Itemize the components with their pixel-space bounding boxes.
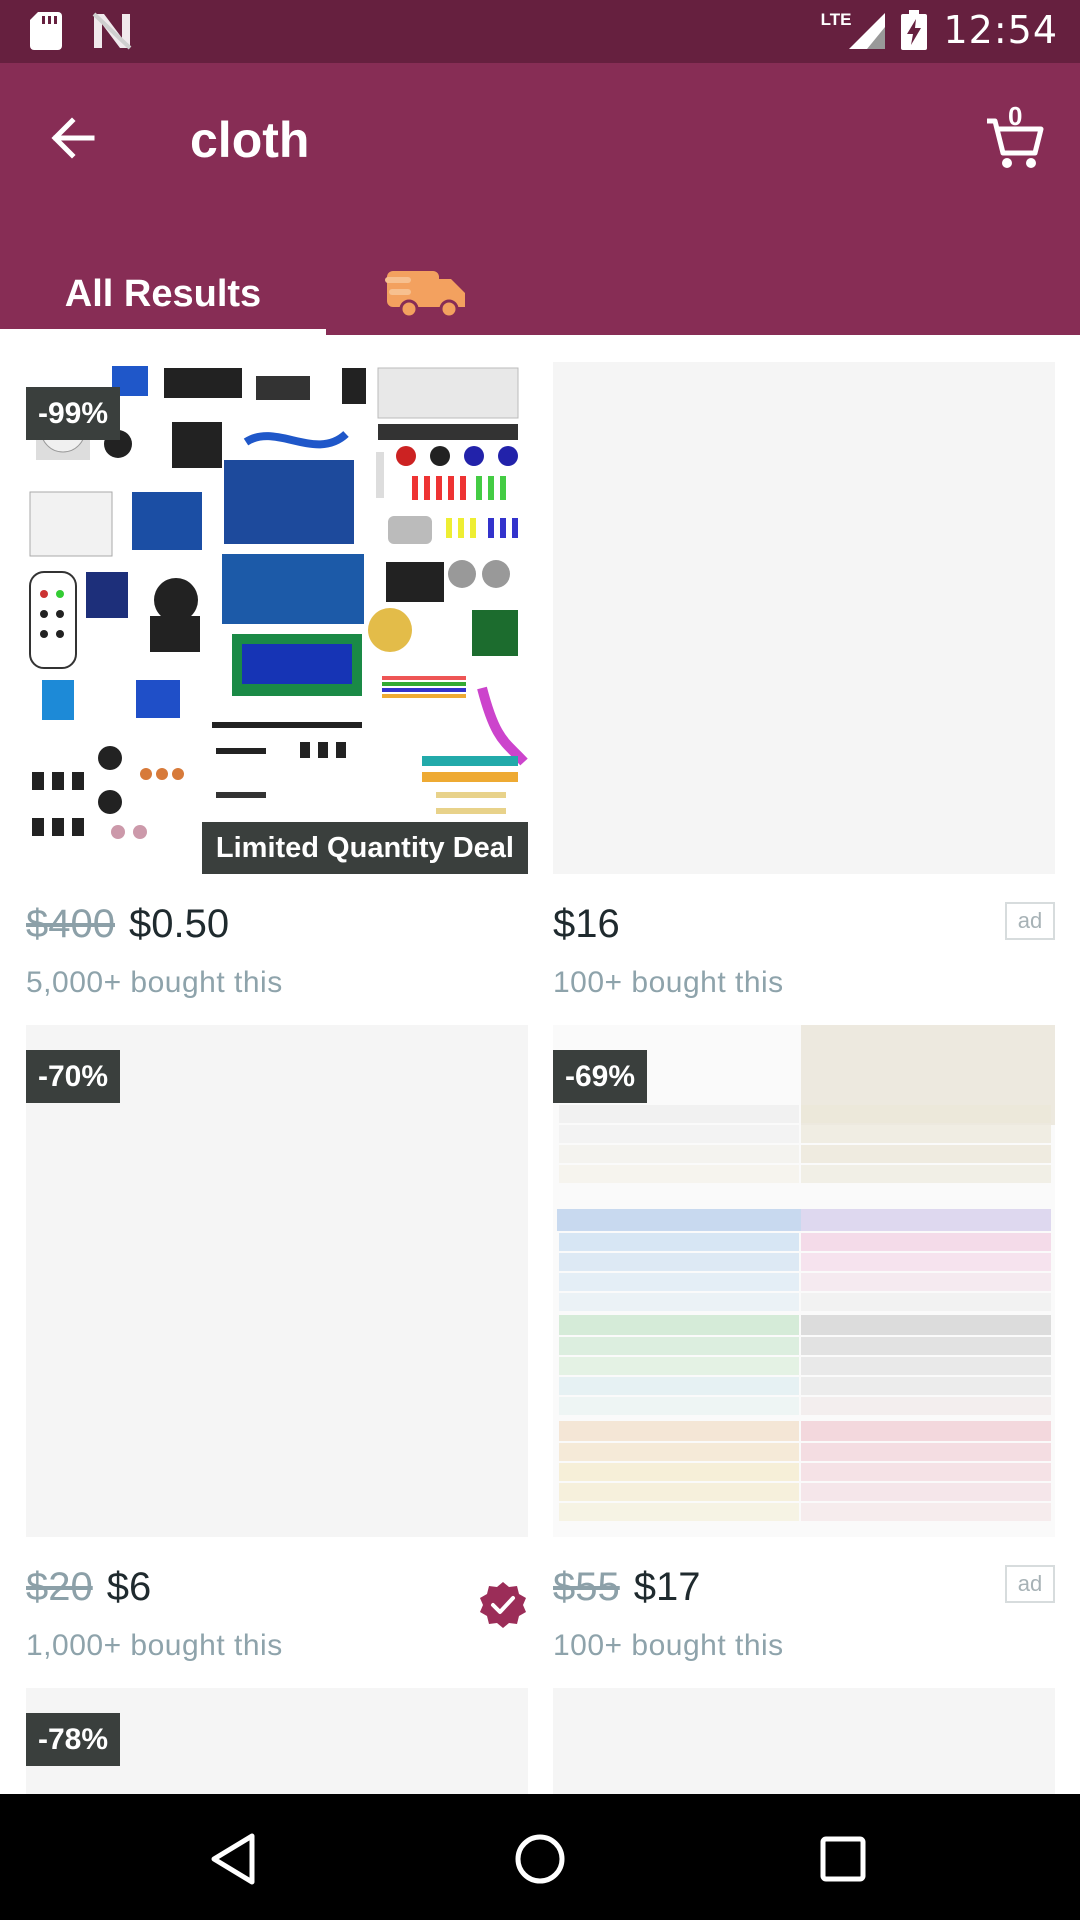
product-image[interactable] bbox=[553, 1688, 1055, 1794]
recents-square-icon bbox=[820, 1836, 866, 1882]
product-image[interactable]: -99% Limited Quantity Deal bbox=[26, 362, 528, 874]
tab-fast-shipping[interactable] bbox=[385, 257, 475, 321]
ad-label: ad bbox=[1005, 1565, 1055, 1603]
price-row: $400 $0.50 bbox=[26, 902, 229, 952]
product-image[interactable]: -69% bbox=[553, 1025, 1055, 1537]
tab-all-results[interactable]: All Results bbox=[0, 263, 326, 335]
sale-price: $17 bbox=[633, 1565, 701, 1609]
nav-recents-button[interactable] bbox=[808, 1824, 878, 1894]
back-arrow-icon bbox=[51, 117, 95, 159]
bought-count: 100+ bought this bbox=[553, 1629, 784, 1662]
original-price: $55 bbox=[553, 1565, 620, 1609]
clock: 12:54 bbox=[943, 8, 1058, 52]
product-card[interactable]: -70% $20 $6 1,000+ bought this bbox=[26, 1025, 528, 1665]
n-logo-icon bbox=[92, 12, 132, 50]
product-card[interactable]: -69% $55 $17 ad 100+ bought this bbox=[553, 1025, 1055, 1665]
bought-count: 100+ bought this bbox=[553, 966, 784, 999]
limited-deal-banner: Limited Quantity Deal bbox=[201, 822, 528, 874]
original-price: $20 bbox=[26, 1565, 93, 1609]
signal-icon bbox=[849, 13, 886, 49]
product-card[interactable]: -99% Limited Quantity Deal $400 $0.50 5,… bbox=[26, 362, 528, 1002]
nav-back-button[interactable] bbox=[200, 1824, 270, 1894]
bought-count: 5,000+ bought this bbox=[26, 966, 283, 999]
price-row: $20 $6 bbox=[26, 1565, 151, 1615]
sale-price: $0.50 bbox=[128, 902, 230, 946]
original-price: $400 bbox=[26, 902, 115, 946]
bought-count: 1,000+ bought this bbox=[26, 1629, 283, 1662]
sale-price: $6 bbox=[106, 1565, 152, 1609]
nav-home-button[interactable] bbox=[505, 1824, 575, 1894]
product-card[interactable]: $16 ad 100+ bought this bbox=[553, 362, 1055, 1002]
app-bar: cloth 0 All Results bbox=[0, 63, 1080, 335]
sale-price: $16 bbox=[553, 902, 620, 946]
ad-label: ad bbox=[1005, 902, 1055, 940]
search-query-title[interactable]: cloth bbox=[190, 111, 309, 169]
fast-shipping-icon bbox=[385, 271, 465, 319]
tab-indicator bbox=[0, 329, 326, 335]
product-card[interactable]: -78% bbox=[26, 1688, 528, 1794]
price-row: $55 $17 bbox=[553, 1565, 701, 1615]
product-image[interactable]: -70% bbox=[26, 1025, 528, 1537]
product-card[interactable] bbox=[553, 1688, 1055, 1794]
back-button[interactable] bbox=[44, 108, 104, 168]
home-circle-icon bbox=[515, 1834, 565, 1884]
verified-badge-icon bbox=[480, 1582, 526, 1628]
discount-badge: -69% bbox=[553, 1050, 648, 1103]
battery-charging-icon bbox=[901, 10, 928, 50]
sd-card-icon bbox=[30, 12, 62, 50]
system-nav-bar bbox=[0, 1794, 1080, 1920]
cart-count: 0 bbox=[1008, 101, 1023, 131]
discount-badge: -70% bbox=[26, 1050, 121, 1103]
discount-badge: -78% bbox=[26, 1713, 121, 1766]
discount-badge: -99% bbox=[26, 387, 121, 440]
price-row: $16 bbox=[553, 902, 620, 952]
network-type: LTE bbox=[820, 10, 852, 29]
tab-all-results-label: All Results bbox=[64, 273, 262, 315]
back-triangle-icon bbox=[211, 1833, 255, 1885]
status-bar: LTE 12:54 bbox=[0, 0, 1080, 63]
product-image[interactable] bbox=[553, 362, 1055, 874]
product-image[interactable]: -78% bbox=[26, 1688, 528, 1794]
tab-bar: All Results bbox=[0, 263, 1080, 335]
